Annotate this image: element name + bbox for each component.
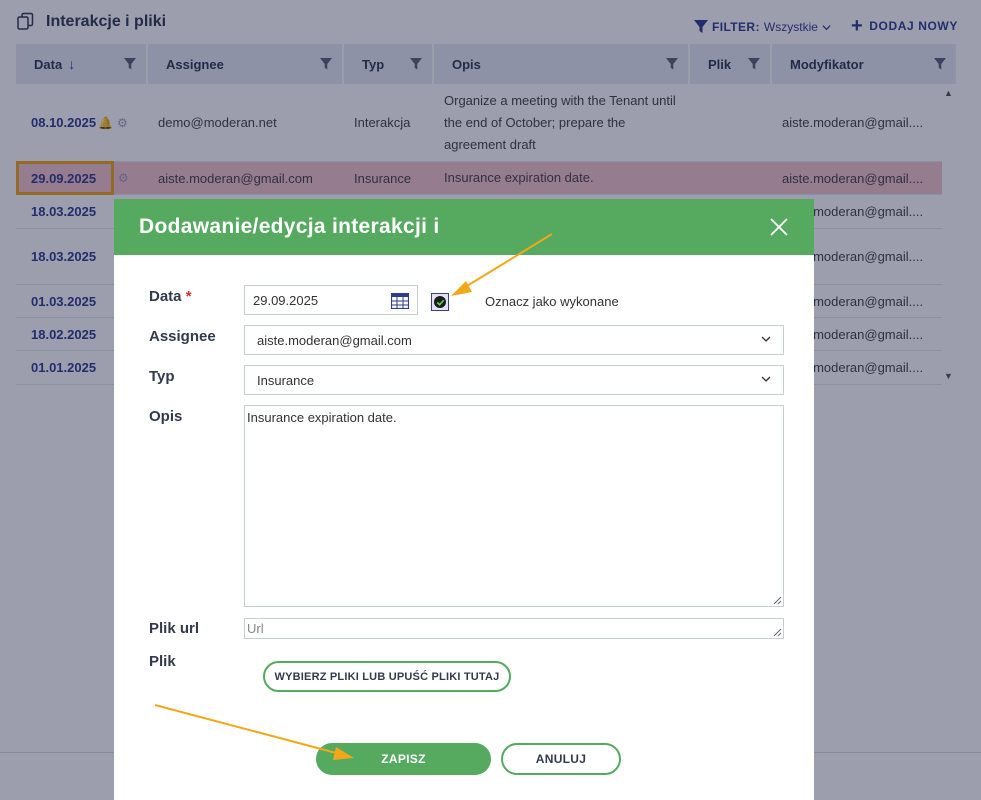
cancel-button[interactable]: ANULUJ [501, 743, 621, 775]
calendar-icon[interactable] [391, 293, 409, 309]
mark-done-label: Oznacz jako wykonane [485, 294, 619, 309]
file-url-placeholder: Url [247, 621, 264, 636]
checkbox-checked-icon [434, 296, 446, 308]
file-label: Plik [149, 653, 176, 670]
modal-header: Dodawanie/edycja interakcji i [114, 199, 814, 255]
chevron-down-icon [761, 336, 771, 342]
required-mark: * [185, 288, 192, 305]
date-field-value: 29.09.2025 [253, 292, 319, 308]
modal-title: Dodawanie/edycja interakcji i [139, 215, 440, 238]
assignee-select-value: aiste.moderan@gmail.com [257, 332, 412, 348]
resize-grip-icon[interactable] [773, 628, 782, 637]
chevron-down-icon [761, 376, 771, 382]
description-textarea-value: Insurance expiration date. [247, 410, 397, 425]
interaction-edit-dialog: Dodawanie/edycja interakcji i Data * 29.… [114, 199, 814, 800]
url-label: Plik url [149, 620, 200, 637]
date-label: Data * [149, 288, 192, 305]
date-field[interactable]: 29.09.2025 [244, 285, 418, 315]
date-label-text: Data [149, 288, 182, 305]
close-icon[interactable] [768, 216, 790, 238]
type-select[interactable]: Insurance [244, 365, 784, 395]
save-button[interactable]: ZAPISZ [316, 743, 491, 775]
file-url-input[interactable]: Url [244, 618, 784, 639]
type-label: Typ [149, 368, 175, 385]
description-label: Opis [149, 408, 183, 425]
type-select-value: Insurance [257, 372, 315, 388]
assignee-select[interactable]: aiste.moderan@gmail.com [244, 325, 784, 355]
description-textarea[interactable]: Insurance expiration date. [244, 405, 784, 607]
upload-files-button[interactable]: WYBIERZ PLIKI LUB UPUŚĆ PLIKI TUTAJ [263, 661, 511, 692]
assignee-label: Assignee [149, 328, 216, 345]
mark-done-checkbox[interactable] [431, 293, 449, 311]
resize-grip-icon[interactable] [773, 596, 782, 605]
